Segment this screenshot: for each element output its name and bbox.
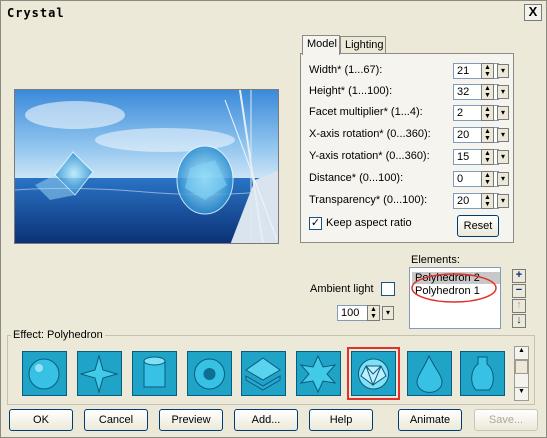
cylinder-icon — [143, 356, 166, 388]
model-tab-panel: Width* (1...67): Height* (1...100): Face… — [300, 53, 514, 243]
effect-group-label: Effect: Polyhedron — [11, 329, 105, 341]
star-icon — [79, 354, 119, 394]
ambient-light-dropdown[interactable]: ▾ — [382, 306, 394, 320]
tab-model[interactable]: Model — [302, 35, 340, 55]
elements-list: Polyhedron 2 Polyhedron 1 — [409, 267, 501, 329]
animate-button[interactable]: Animate — [398, 409, 462, 431]
width-dropdown[interactable]: ▾ — [497, 64, 509, 78]
width-label: Width* (1...67): — [309, 64, 383, 76]
ambient-light-color-swatch[interactable] — [381, 282, 395, 296]
width-stepper[interactable]: ▲ ▼ — [481, 63, 494, 79]
save-button[interactable]: Save... — [474, 409, 538, 431]
layered-diamond-icon — [245, 357, 281, 391]
keep-aspect-ratio-checkbox[interactable]: ✓ — [309, 217, 322, 230]
sphere-icon — [28, 358, 60, 390]
y-axis-rotation-dropdown[interactable]: ▾ — [497, 150, 509, 164]
facet-multiplier-label: Facet multiplier* (1...4): — [309, 106, 423, 118]
facet-multiplier-stepper[interactable]: ▲ ▼ — [481, 105, 494, 121]
transparency-label: Transparency* (0...100): — [309, 194, 428, 206]
vase-icon — [471, 356, 494, 391]
ocean-scene-image — [15, 90, 278, 243]
facet-multiplier-dropdown[interactable]: ▾ — [497, 106, 509, 120]
reset-button[interactable]: Reset — [457, 215, 499, 237]
add-element-button[interactable]: + — [512, 269, 526, 283]
scroll-down-icon[interactable]: ▼ — [515, 387, 528, 400]
effect-star-button[interactable] — [77, 351, 122, 396]
effect-sphere-button[interactable] — [22, 351, 67, 396]
move-down-button[interactable]: ↓ — [512, 314, 526, 328]
crystal-dialog: Crystal X Model Lighting Width* (1...67)… — [0, 0, 547, 438]
polyhedron-icon — [358, 358, 389, 390]
title-bar: Crystal X — [1, 1, 546, 25]
distance-label: Distance* (0...100): — [309, 172, 404, 184]
droplet-icon — [416, 354, 443, 393]
ambient-light-input[interactable]: 100 — [337, 305, 369, 321]
y-axis-rotation-label: Y-axis rotation* (0...360): — [309, 150, 430, 162]
height-label: Height* (1...100): — [309, 85, 393, 97]
star-burst-icon — [299, 354, 337, 394]
effect-polyhedron-button[interactable] — [347, 347, 400, 400]
y-axis-rotation-stepper[interactable]: ▲ ▼ — [481, 149, 494, 165]
plus-icon: + — [515, 269, 523, 281]
keep-aspect-ratio-label: Keep aspect ratio — [326, 217, 412, 229]
move-up-button[interactable]: ↑ — [512, 299, 526, 313]
ambient-light-stepper[interactable]: ▲ ▼ — [367, 305, 380, 321]
effect-vase-button[interactable] — [460, 351, 505, 396]
x-axis-rotation-label: X-axis rotation* (0...360): — [309, 128, 431, 140]
ok-button[interactable]: OK — [9, 409, 73, 431]
tab-lighting[interactable]: Lighting — [340, 36, 386, 54]
height-stepper[interactable]: ▲ ▼ — [481, 84, 494, 100]
effect-star-burst-button[interactable] — [296, 351, 341, 396]
close-button[interactable]: X — [524, 4, 542, 21]
add-button[interactable]: Add... — [234, 409, 298, 431]
distance-dropdown[interactable]: ▾ — [497, 172, 509, 186]
cancel-button[interactable]: Cancel — [84, 409, 148, 431]
scroll-up-icon[interactable]: ▲ — [515, 347, 528, 360]
window-title: Crystal — [7, 6, 65, 20]
effect-torus-button[interactable] — [187, 351, 232, 396]
arrow-up-icon: ↑ — [516, 299, 522, 311]
distance-stepper[interactable]: ▲ ▼ — [481, 171, 494, 187]
x-axis-rotation-stepper[interactable]: ▲ ▼ — [481, 127, 494, 143]
minus-icon: − — [515, 284, 523, 296]
elements-label: Elements: — [411, 254, 460, 266]
preview-image — [14, 89, 279, 244]
effects-scrollbar[interactable]: ▲ ▼ — [514, 346, 529, 401]
highlight-ellipse — [411, 273, 497, 303]
height-dropdown[interactable]: ▾ — [497, 85, 509, 99]
transparency-dropdown[interactable]: ▾ — [497, 194, 509, 208]
close-icon: X — [528, 4, 538, 19]
effect-cylinder-button[interactable] — [132, 351, 177, 396]
transparency-stepper[interactable]: ▲ ▼ — [481, 193, 494, 209]
arrow-down-icon: ↓ — [516, 314, 522, 326]
effect-layered-diamond-button[interactable] — [241, 351, 286, 396]
help-button[interactable]: Help — [309, 409, 373, 431]
effect-droplet-button[interactable] — [407, 351, 452, 396]
remove-element-button[interactable]: − — [512, 284, 526, 298]
torus-icon — [194, 358, 225, 390]
preview-button[interactable]: Preview — [159, 409, 223, 431]
x-axis-rotation-dropdown[interactable]: ▾ — [497, 128, 509, 142]
scroll-thumb[interactable] — [515, 360, 528, 374]
ambient-light-label: Ambient light — [310, 283, 374, 295]
